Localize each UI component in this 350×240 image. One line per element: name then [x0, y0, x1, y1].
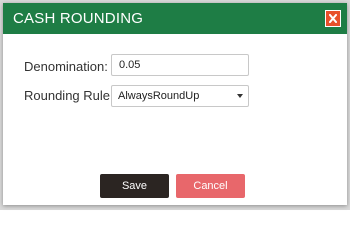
rounding-rule-label: Rounding Rule:	[24, 88, 114, 103]
rounding-rule-select[interactable]: AlwaysRoundUp	[111, 85, 249, 107]
cancel-button[interactable]: Cancel	[176, 174, 245, 198]
rounding-rule-value: AlwaysRoundUp	[118, 90, 200, 102]
close-icon	[329, 14, 337, 23]
denomination-input[interactable]: 0.05	[111, 54, 249, 76]
save-button[interactable]: Save	[100, 174, 169, 198]
screen-background: CASH ROUNDING Denomination: 0.05 Roundin…	[0, 0, 350, 210]
denomination-label: Denomination:	[24, 59, 108, 74]
cash-rounding-dialog: CASH ROUNDING Denomination: 0.05 Roundin…	[3, 3, 347, 205]
close-button[interactable]	[325, 10, 341, 27]
dialog-titlebar: CASH ROUNDING	[3, 3, 347, 34]
chevron-down-icon	[237, 94, 243, 98]
denomination-value: 0.05	[119, 59, 141, 71]
dialog-title: CASH ROUNDING	[13, 10, 144, 27]
